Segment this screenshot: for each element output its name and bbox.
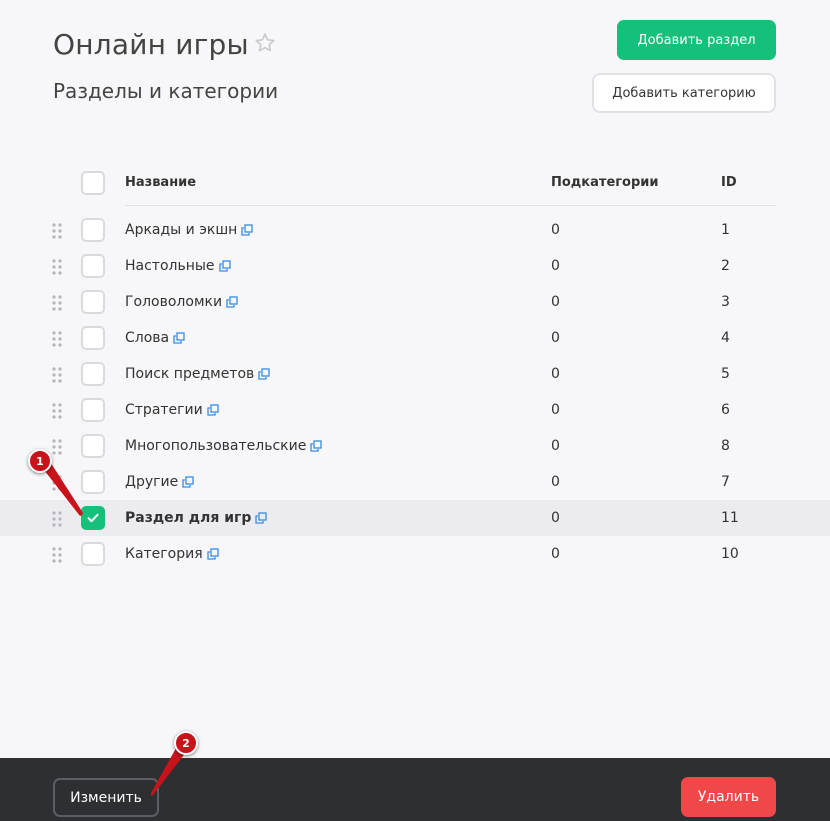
row-name-link[interactable]: Поиск предметов	[125, 366, 270, 382]
external-link-icon[interactable]	[255, 512, 267, 524]
row-subcategories: 0	[551, 330, 560, 346]
row-checkbox[interactable]	[81, 326, 105, 350]
table-row[interactable]: Настольные 0 2	[0, 248, 830, 284]
row-name-link[interactable]: Головоломки	[125, 294, 238, 310]
row-id: 1	[721, 222, 730, 238]
annotation-badge-1: 1	[28, 449, 52, 473]
row-name[interactable]: Раздел для игр	[125, 510, 251, 526]
row-id: 5	[721, 366, 730, 382]
external-link-icon[interactable]	[241, 224, 253, 236]
annotation-badge-2: 2	[174, 731, 198, 755]
header-divider	[125, 205, 776, 206]
row-id: 10	[721, 546, 739, 562]
row-checkbox[interactable]	[81, 398, 105, 422]
row-id: 2	[721, 258, 730, 274]
delete-button[interactable]: Удалить	[681, 777, 776, 817]
drag-handle-icon[interactable]	[52, 295, 62, 311]
row-name-link[interactable]: Раздел для игр	[125, 510, 267, 526]
row-checkbox[interactable]	[81, 254, 105, 278]
row-subcategories: 0	[551, 366, 560, 382]
row-name[interactable]: Головоломки	[125, 294, 222, 310]
row-name-link[interactable]: Настольные	[125, 258, 231, 274]
table-row[interactable]: Слова 0 4	[0, 320, 830, 356]
external-link-icon[interactable]	[207, 404, 219, 416]
external-link-icon[interactable]	[173, 332, 185, 344]
row-checkbox[interactable]	[81, 434, 105, 458]
row-subcategories: 0	[551, 474, 560, 490]
row-id: 8	[721, 438, 730, 454]
row-name-link[interactable]: Категория	[125, 546, 219, 562]
row-checkbox[interactable]	[81, 542, 105, 566]
drag-handle-icon[interactable]	[52, 439, 62, 455]
row-subcategories: 0	[551, 222, 560, 238]
row-subcategories: 0	[551, 510, 560, 526]
drag-handle-icon[interactable]	[52, 547, 62, 563]
row-name[interactable]: Многопользовательские	[125, 438, 306, 454]
page-subtitle: Разделы и категории	[53, 79, 279, 103]
row-name[interactable]: Стратегии	[125, 402, 203, 418]
row-subcategories: 0	[551, 438, 560, 454]
row-name[interactable]: Поиск предметов	[125, 366, 254, 382]
page-title: Онлайн игры	[53, 28, 249, 61]
row-name-link[interactable]: Слова	[125, 330, 185, 346]
table-row[interactable]: Другие 0 7	[0, 464, 830, 500]
external-link-icon[interactable]	[310, 440, 322, 452]
row-id: 3	[721, 294, 730, 310]
row-name[interactable]: Настольные	[125, 258, 215, 274]
row-subcategories: 0	[551, 294, 560, 310]
row-name[interactable]: Аркады и экшн	[125, 222, 237, 238]
table-row[interactable]: Поиск предметов 0 5	[0, 356, 830, 392]
edit-button[interactable]: Изменить	[53, 778, 159, 817]
drag-handle-icon[interactable]	[52, 367, 62, 383]
drag-handle-icon[interactable]	[52, 223, 62, 239]
drag-handle-icon[interactable]	[52, 403, 62, 419]
table-row[interactable]: Аркады и экшн 0 1	[0, 212, 830, 248]
add-section-button[interactable]: Добавить раздел	[617, 20, 776, 60]
star-icon[interactable]	[253, 31, 277, 55]
drag-handle-icon[interactable]	[52, 259, 62, 275]
external-link-icon[interactable]	[206, 548, 219, 560]
row-name[interactable]: Слова	[125, 330, 169, 346]
row-name[interactable]: Другие	[125, 474, 178, 490]
row-name-link[interactable]: Другие	[125, 474, 194, 490]
row-subcategories: 0	[551, 258, 560, 274]
row-checkbox[interactable]	[81, 218, 105, 242]
row-name-link[interactable]: Стратегии	[125, 402, 219, 418]
table-row[interactable]: Категория 0 10	[0, 536, 830, 572]
row-subcategories: 0	[551, 546, 560, 562]
column-header-subcategories[interactable]: Подкатегории	[551, 175, 659, 190]
drag-handle-icon[interactable]	[52, 475, 62, 491]
column-header-id[interactable]: ID	[721, 175, 737, 190]
row-id: 6	[721, 402, 730, 418]
table-row[interactable]: Многопользовательские 0 8	[0, 428, 830, 464]
external-link-icon[interactable]	[226, 296, 238, 308]
row-name-link[interactable]: Аркады и экшн	[125, 222, 253, 238]
column-header-name[interactable]: Название	[125, 175, 196, 190]
row-checkbox[interactable]	[81, 290, 105, 314]
row-name[interactable]: Категория	[125, 546, 203, 562]
row-id: 4	[721, 330, 730, 346]
row-subcategories: 0	[551, 402, 560, 418]
drag-handle-icon[interactable]	[52, 511, 62, 527]
drag-handle-icon[interactable]	[52, 331, 62, 347]
row-checkbox[interactable]	[81, 470, 105, 494]
select-all-checkbox[interactable]	[81, 171, 105, 195]
table-row[interactable]: Раздел для игр 0 11	[0, 500, 830, 536]
external-link-icon[interactable]	[218, 260, 231, 272]
add-category-button[interactable]: Добавить категорию	[592, 73, 776, 113]
row-checkbox[interactable]	[81, 362, 105, 386]
external-link-icon[interactable]	[182, 476, 194, 488]
table-row[interactable]: Стратегии 0 6	[0, 392, 830, 428]
row-checkbox[interactable]	[81, 506, 105, 530]
table-row[interactable]: Головоломки 0 3	[0, 284, 830, 320]
row-id: 11	[721, 510, 739, 526]
checkmark-icon	[87, 513, 99, 523]
row-id: 7	[721, 474, 730, 490]
external-link-icon[interactable]	[258, 368, 270, 380]
row-name-link[interactable]: Многопользовательские	[125, 438, 322, 454]
